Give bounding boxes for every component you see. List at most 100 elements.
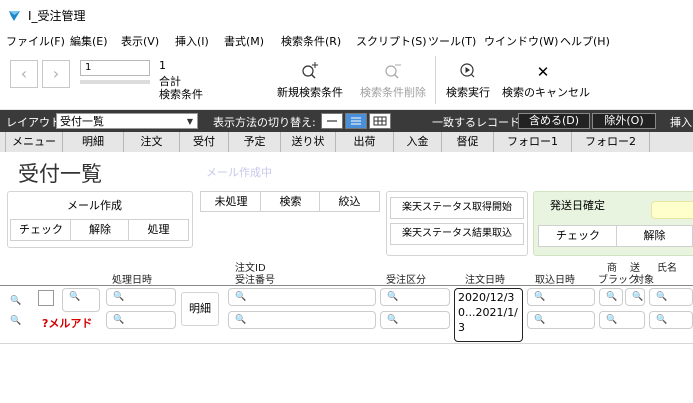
- perform-find-button[interactable]: 検索実行: [443, 60, 493, 106]
- order-type-find-2[interactable]: 🔍: [380, 311, 450, 329]
- view-as-label: 表示方法の切り替え:: [213, 116, 316, 129]
- view-as-table-button[interactable]: [369, 113, 391, 129]
- search-icon: 🔍: [235, 292, 247, 302]
- menu-window[interactable]: ウインドウ(W): [484, 33, 558, 49]
- col-receipt-no: 受注番号: [235, 275, 275, 286]
- col-name: 氏名: [657, 263, 677, 274]
- tab-follow2[interactable]: フォロー2: [572, 132, 650, 152]
- search-icon: 🔍: [113, 315, 125, 325]
- menu-edit[interactable]: 編集(E): [70, 33, 108, 49]
- next-record-button[interactable]: ›: [42, 60, 70, 88]
- chevron-right-icon: ›: [52, 64, 60, 83]
- search-icon: 🔍: [10, 296, 22, 306]
- search-plus-icon: [274, 60, 346, 84]
- search-minus-icon: [355, 60, 431, 84]
- search-icon: 🔍: [606, 292, 618, 302]
- layout-select[interactable]: 受付一覧 ▼: [56, 113, 198, 129]
- mail-panel-title: メール作成: [67, 199, 122, 212]
- shipping-date-field[interactable]: [651, 201, 693, 219]
- cancel-find-button[interactable]: ✕ 検索のキャンセル: [502, 60, 590, 106]
- search-icon: 🔍: [10, 316, 22, 326]
- details-button[interactable]: 明細: [181, 292, 219, 326]
- menu-insert[interactable]: 挿入(I): [175, 33, 209, 49]
- layout-select-value: 受付一覧: [60, 115, 104, 128]
- unprocessed-button[interactable]: 未処理: [200, 191, 262, 212]
- find-field-small[interactable]: 🔍: [62, 288, 100, 312]
- view-as-form-button[interactable]: [321, 113, 343, 129]
- play-circle-icon: [443, 60, 493, 84]
- blacklist-find-2[interactable]: 🔍: [599, 311, 645, 329]
- mail-check-button[interactable]: チェック: [10, 219, 72, 241]
- tab-schedule[interactable]: 予定: [229, 132, 281, 152]
- name-find-1[interactable]: 🔍: [649, 288, 693, 306]
- tab-overflow: [650, 132, 693, 152]
- receipt-no-find[interactable]: 🔍: [228, 311, 376, 329]
- email-alert: ?メルアド: [42, 317, 93, 330]
- tab-menu[interactable]: メニュー: [6, 132, 63, 152]
- include-button[interactable]: 含める(D): [518, 113, 590, 129]
- order-type-find-1[interactable]: 🔍: [380, 288, 450, 306]
- rakuten-status-start-button[interactable]: 楽天ステータス取得開始: [390, 197, 524, 219]
- trade-datetime-find-2[interactable]: 🔍: [527, 311, 595, 329]
- menu-tools[interactable]: ツール(T): [428, 33, 476, 49]
- menu-scripts[interactable]: スクリプト(S): [356, 33, 427, 49]
- status-toolbar: ‹ › 1 1 合計 検索条件 新規検索条件 検索条件削除 検索実行 ✕ 検索の…: [0, 50, 693, 110]
- email-composing-note: メール作成中: [206, 166, 272, 179]
- rakuten-status-result-button[interactable]: 楽天ステータス結果取込: [390, 223, 524, 245]
- menu-help[interactable]: ヘルプ(H): [560, 33, 610, 49]
- search-icon: 🔍: [387, 292, 399, 302]
- tab-follow1[interactable]: フォロー1: [494, 132, 572, 152]
- record-slider[interactable]: [80, 80, 150, 84]
- search-button[interactable]: 検索: [260, 191, 321, 212]
- menu-file[interactable]: ファイル(F): [6, 33, 65, 49]
- menu-bar: ファイル(F) 編集(E) 表示(V) 挿入(I) 書式(M) 検索条件(R) …: [0, 30, 693, 50]
- search-icon: 🔍: [387, 315, 399, 325]
- shipping-cancel-button[interactable]: 解除: [616, 225, 693, 247]
- chevron-left-icon: ‹: [20, 64, 28, 83]
- tab-payment[interactable]: 入金: [394, 132, 442, 152]
- menu-view[interactable]: 表示(V): [121, 33, 159, 49]
- name-find-2[interactable]: 🔍: [649, 311, 693, 329]
- find-criteria-label: 検索条件: [159, 88, 203, 101]
- tab-dunning[interactable]: 督促: [442, 132, 494, 152]
- trade-datetime-find-1[interactable]: 🔍: [527, 288, 595, 306]
- cancel-find-label: 検索のキャンセル: [502, 86, 590, 99]
- insert-label[interactable]: 挿入: [670, 114, 692, 130]
- page-title: 受付一覧: [18, 162, 102, 186]
- app-icon: [9, 11, 20, 21]
- view-as-list-button[interactable]: [345, 113, 367, 129]
- menu-find-criteria[interactable]: 検索条件(R): [281, 33, 341, 49]
- list-view-icon: [351, 117, 361, 125]
- new-find-request-button[interactable]: 新規検索条件: [274, 60, 346, 106]
- prev-record-button[interactable]: ‹: [10, 60, 38, 88]
- record-checkbox[interactable]: [38, 290, 54, 306]
- order-datetime-find[interactable]: 2020/12/3 0...2021/1/ 3: [454, 288, 523, 342]
- processed-at-find-2[interactable]: 🔍: [106, 311, 176, 329]
- col-order-datetime: 注文日時: [465, 275, 505, 286]
- ship-target-find[interactable]: 🔍: [625, 288, 645, 306]
- processed-at-find-1[interactable]: 🔍: [106, 288, 176, 306]
- tab-reception[interactable]: 受付: [180, 132, 229, 152]
- tab-invoice[interactable]: 送り状: [281, 132, 336, 152]
- col-order-type: 受注区分: [386, 275, 426, 286]
- tab-shipping[interactable]: 出荷: [336, 132, 394, 152]
- blacklist-find-1[interactable]: 🔍: [599, 288, 623, 306]
- search-icon: 🔍: [632, 292, 644, 302]
- shipping-check-button[interactable]: チェック: [538, 225, 618, 247]
- row-top-border: [0, 285, 693, 286]
- order-id-find[interactable]: 🔍: [228, 288, 376, 306]
- menu-format[interactable]: 書式(M): [224, 33, 264, 49]
- title-bar: I_受注管理: [0, 0, 693, 30]
- narrow-button[interactable]: 絞込: [319, 191, 380, 212]
- mail-cancel-button[interactable]: 解除: [70, 219, 130, 241]
- col-processed-at: 処理日時: [112, 275, 152, 286]
- col-trade-datetime: 取込日時: [535, 275, 575, 286]
- tab-details[interactable]: 明細: [63, 132, 124, 152]
- omit-button[interactable]: 除外(O): [592, 113, 656, 129]
- mail-process-button[interactable]: 処理: [128, 219, 189, 241]
- current-record-input[interactable]: 1: [80, 60, 150, 76]
- search-icon: 🔍: [534, 315, 546, 325]
- search-icon: 🔍: [69, 292, 81, 302]
- delete-find-request-button[interactable]: 検索条件削除: [355, 60, 431, 106]
- tab-order[interactable]: 注文: [124, 132, 180, 152]
